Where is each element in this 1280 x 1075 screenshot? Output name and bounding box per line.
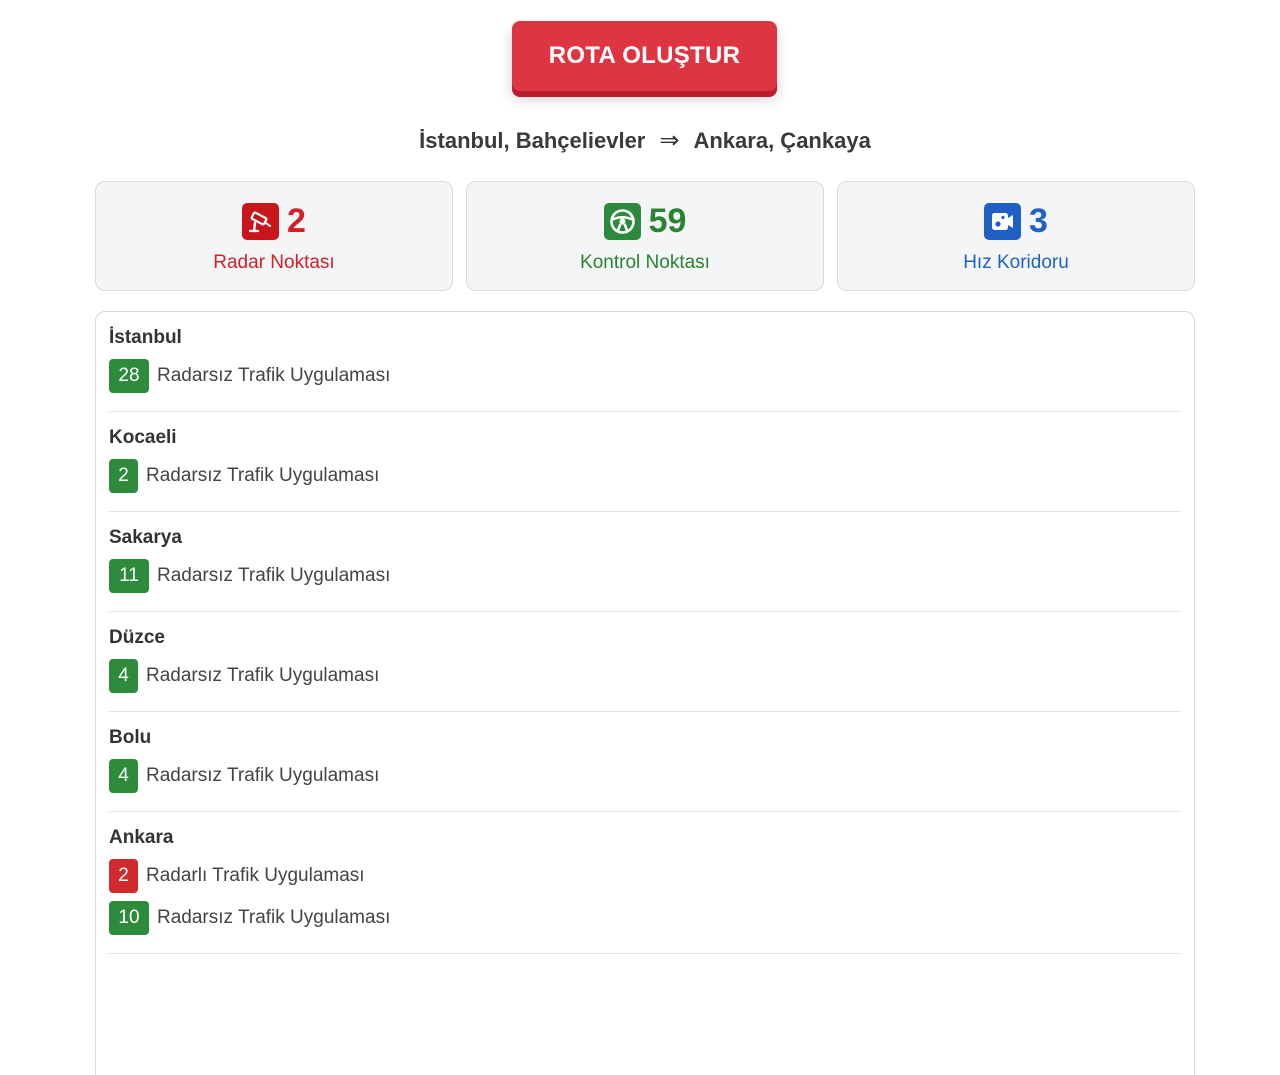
city-name: İstanbul [109,327,182,348]
list-item[interactable]: 2 Radarsız Trafik Uygulaması [109,459,1181,493]
control-count: 59 [648,202,687,240]
city-name: Ankara [109,827,174,848]
count-badge: 11 [109,559,149,593]
city-section-ankara: Ankara 2 Radarlı Trafik Uygulaması 10 Ra… [109,812,1181,954]
city-section-istanbul: İstanbul 28 Radarsız Trafik Uygulaması [109,312,1181,412]
item-label: Radarsız Trafik Uygulaması [157,365,391,386]
stat-card-control[interactable]: 59 Kontrol Noktası [466,181,824,291]
count-badge: 4 [109,659,138,693]
create-route-button[interactable]: ROTA OLUŞTUR [512,21,777,91]
stats-row: 2 Radar Noktası 59 Kontrol Noktası 3 Hız… [95,181,1195,291]
list-item[interactable]: 28 Radarsız Trafik Uygulaması [109,359,1181,393]
city-section-sakarya: Sakarya 11 Radarsız Trafik Uygulaması [109,512,1181,612]
steering-wheel-icon [603,202,641,240]
item-label: Radarsız Trafik Uygulaması [157,907,391,928]
route-summary: İstanbul, Bahçelievler ⇒ Ankara, Çankaya [0,126,1280,155]
route-arrow-icon: ⇒ [659,127,680,154]
city-name: Kocaeli [109,427,177,448]
item-label: Radarsız Trafik Uygulaması [146,465,380,486]
speed-corridor-label: Hız Koridoru [963,252,1069,273]
count-badge: 2 [109,859,138,893]
city-name: Sakarya [109,527,182,548]
item-label: Radarsız Trafik Uygulaması [146,665,380,686]
list-item[interactable]: 11 Radarsız Trafik Uygulaması [109,559,1181,593]
item-label: Radarlı Trafik Uygulaması [146,865,365,886]
city-section-bolu: Bolu 4 Radarsız Trafik Uygulaması [109,712,1181,812]
route-destination: Ankara, Çankaya [693,128,871,153]
item-label: Radarsız Trafik Uygulaması [157,565,391,586]
radar-camera-icon [242,202,280,240]
count-badge: 2 [109,459,138,493]
control-label: Kontrol Noktası [580,252,710,273]
count-badge: 28 [109,359,149,393]
radar-label: Radar Noktası [213,252,335,273]
city-name: Düzce [109,627,165,648]
list-item[interactable]: 10 Radarsız Trafik Uygulaması [109,901,1181,935]
radar-count: 2 [287,202,306,240]
stat-card-radar[interactable]: 2 Radar Noktası [95,181,453,291]
city-section-kocaeli: Kocaeli 2 Radarsız Trafik Uygulaması [109,412,1181,512]
create-route-button-wrapper: ROTA OLUŞTUR [512,21,777,97]
city-name: Bolu [109,727,152,748]
city-section-duzce: Düzce 4 Radarsız Trafik Uygulaması [109,612,1181,712]
speed-corridor-count: 3 [1029,202,1048,240]
count-badge: 10 [109,901,149,935]
list-item[interactable]: 4 Radarsız Trafik Uygulaması [109,759,1181,793]
city-list: İstanbul 28 Radarsız Trafik Uygulaması K… [95,311,1195,1075]
list-item[interactable]: 2 Radarlı Trafik Uygulaması [109,859,1181,893]
count-badge: 4 [109,759,138,793]
route-origin: İstanbul, Bahçelievler [419,128,646,153]
speed-camera-icon [984,202,1022,240]
list-item[interactable]: 4 Radarsız Trafik Uygulaması [109,659,1181,693]
item-label: Radarsız Trafik Uygulaması [146,765,380,786]
stat-card-speed-corridor[interactable]: 3 Hız Koridoru [837,181,1195,291]
page: ROTA OLUŞTUR İstanbul, Bahçelievler ⇒ Anka… [0,0,1280,1075]
